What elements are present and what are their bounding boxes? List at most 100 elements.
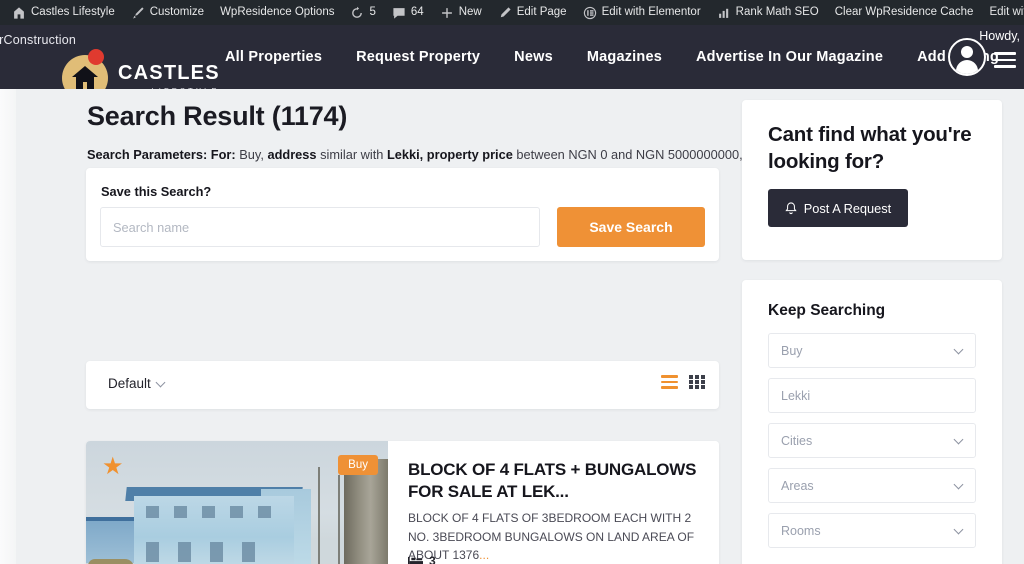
sort-selected-value: Default <box>108 376 151 391</box>
wp-admin-bar: Castles Lifestyle Customize WpResidence … <box>0 0 1024 25</box>
adminbar-item-updates[interactable]: 5 <box>342 0 383 25</box>
adminbar-label: Rank Math SEO <box>735 6 819 18</box>
plus-icon <box>440 6 454 20</box>
property-thumbnail[interactable]: ★ Buy 1 <box>86 441 388 564</box>
adminbar-item-customize[interactable]: Customize <box>123 0 212 25</box>
bed-icon <box>408 556 423 564</box>
sort-dropdown[interactable]: Default <box>108 376 166 391</box>
photo-building-main <box>134 496 294 564</box>
sort-bar: Default <box>86 361 719 409</box>
rankmath-icon <box>717 6 731 20</box>
avatar[interactable] <box>948 38 986 76</box>
wordpress-home-icon <box>12 6 26 20</box>
post-request-panel: Cant find what you're looking for? Post … <box>742 100 1002 260</box>
chevron-down-icon <box>955 481 963 489</box>
elementor-icon <box>583 6 597 20</box>
nav-item-magazines[interactable]: Magazines <box>570 49 679 65</box>
search-params-price-range: between NGN 0 and NGN 5000000000, <box>516 147 743 162</box>
chevron-down-icon <box>955 436 963 444</box>
chevron-down-icon <box>955 346 963 354</box>
logo-dot <box>88 49 104 65</box>
menu-toggle-icon[interactable] <box>994 52 1016 68</box>
paintbrush-icon <box>131 6 145 20</box>
featured-star-icon: ★ <box>102 453 124 480</box>
filter-field-areas[interactable]: Areas <box>768 468 976 503</box>
listing-details: BLOCK OF 4 FLATS + BUNGALOWS FOR SALE AT… <box>388 441 719 564</box>
list-view-icon[interactable] <box>661 375 678 389</box>
listing-excerpt-text: BLOCK OF 4 FLATS OF 3BEDROOM EACH WITH 2… <box>408 511 695 563</box>
view-toggle-group <box>661 375 705 389</box>
nav-item-news[interactable]: News <box>497 49 570 65</box>
filter-value: Areas <box>781 478 814 493</box>
logo-name: CASTLES <box>118 62 220 84</box>
save-search-button[interactable]: Save Search <box>557 207 705 247</box>
search-params-label: Search Parameters: For: <box>87 147 236 162</box>
pencil-icon <box>498 6 512 20</box>
filter-field-rooms[interactable]: Rooms <box>768 513 976 548</box>
nav-item-advertise[interactable]: Advertise In Our Magazine <box>679 49 900 65</box>
adminbar-label: Clear WpResidence Cache <box>834 6 974 18</box>
adminbar-item-comments[interactable]: 64 <box>384 0 432 25</box>
page-content: Search Result (1174) Search Parameters: … <box>0 89 1024 564</box>
adminbar-item-rankmath[interactable]: Rank Math SEO <box>709 0 827 25</box>
adminbar-item-wpbakery[interactable]: Edit with WPBake <box>981 0 1024 25</box>
filter-field-buy[interactable]: Buy <box>768 333 976 368</box>
adminbar-label: New <box>458 6 482 18</box>
status-badge[interactable]: Buy <box>338 455 378 475</box>
chevron-down-icon <box>955 526 963 534</box>
filter-value: Lekki <box>781 388 811 403</box>
search-name-input[interactable] <box>100 207 540 247</box>
filter-value: Rooms <box>781 523 821 538</box>
listing-bedrooms: 3 <box>408 554 436 564</box>
avatar-head <box>961 46 973 58</box>
cta-title: Cant find what you're looking for? <box>768 123 972 173</box>
page-title: Search Result (1174) <box>87 101 348 131</box>
avatar-body <box>956 60 978 74</box>
search-params-action: Buy, <box>239 147 264 162</box>
filter-field-cities[interactable]: Cities <box>768 423 976 458</box>
adminbar-item-site[interactable]: Castles Lifestyle <box>4 0 123 25</box>
listing-excerpt: BLOCK OF 4 FLATS OF 3BEDROOM EACH WITH 2… <box>408 509 708 564</box>
house-icon <box>72 66 98 90</box>
adminbar-item-wpresidence-options[interactable]: WpResidence Options <box>212 0 342 25</box>
search-params-address-label: address <box>267 147 317 162</box>
search-parameters: Search Parameters: For: Buy, address sim… <box>87 147 743 162</box>
adminbar-label: Customize <box>149 6 205 18</box>
nav-item-request-property[interactable]: Request Property <box>339 49 497 65</box>
bedrooms-value: 3 <box>429 554 436 564</box>
listing-excerpt-more[interactable]: ... <box>479 548 489 562</box>
grid-view-icon[interactable] <box>689 375 705 389</box>
save-search-heading: Save this Search? <box>101 184 212 199</box>
adminbar-label: Castles Lifestyle <box>31 6 115 18</box>
filter-value: Cities <box>781 433 813 448</box>
keep-searching-panel: Keep Searching Buy Lekki Cities Areas Ro… <box>742 280 1002 564</box>
save-search-card: Save this Search? Save Search <box>86 168 719 261</box>
post-a-request-button[interactable]: Post A Request <box>768 189 908 227</box>
adminbar-label: Edit with WPBake <box>989 6 1024 18</box>
nav-item-all-properties[interactable]: All Properties <box>208 49 339 65</box>
keep-searching-title: Keep Searching <box>768 302 886 319</box>
adminbar-item-edit-page[interactable]: Edit Page <box>490 0 575 25</box>
filter-field-location[interactable]: Lekki <box>768 378 976 413</box>
search-params-price-label: property price <box>426 147 513 162</box>
adminbar-item-elementor[interactable]: Edit with Elementor <box>575 0 709 25</box>
header-user-area <box>948 25 1016 89</box>
adminbar-label: 5 <box>369 6 376 18</box>
adminbar-item-clear-cache[interactable]: Clear WpResidence Cache <box>827 0 982 25</box>
adminbar-label: WpResidence Options <box>220 6 335 18</box>
adminbar-item-new[interactable]: New <box>432 0 490 25</box>
adminbar-label: Edit with Elementor <box>601 6 701 18</box>
listing-title[interactable]: BLOCK OF 4 FLATS + BUNGALOWS FOR SALE AT… <box>408 459 700 503</box>
bell-icon <box>785 201 797 214</box>
page-left-edge <box>0 89 16 564</box>
photo-car <box>88 559 134 564</box>
site-header: erConstruction CASTLES LIFESTYLE All Pro… <box>0 25 1024 101</box>
adminbar-label: 64 <box>410 6 424 18</box>
search-params-similar: similar with <box>320 147 384 162</box>
under-construction-label: erConstruction <box>0 33 77 47</box>
post-a-request-label: Post A Request <box>803 200 892 216</box>
filter-value: Buy <box>781 343 803 358</box>
chevron-down-icon <box>157 379 166 388</box>
adminbar-label: Edit Page <box>516 6 567 18</box>
update-icon <box>350 6 364 20</box>
